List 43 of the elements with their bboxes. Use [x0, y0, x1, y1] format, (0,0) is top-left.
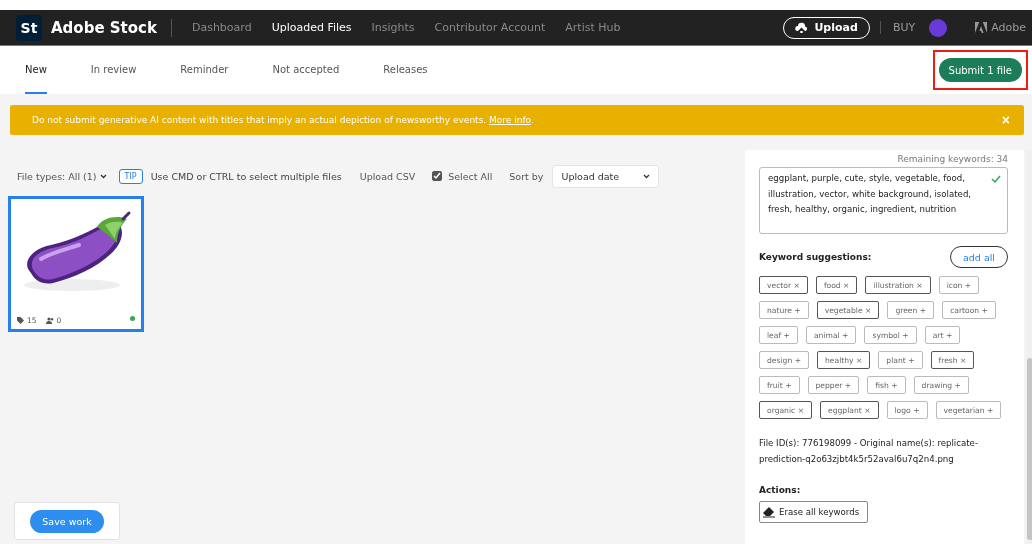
- tab[interactable]: Reminder: [180, 46, 229, 94]
- adobe-label: Adobe: [991, 21, 1026, 34]
- notice-text: Do not submit generative AI content with titles that imply an actual depiction of newsworthy events. More info.: [32, 115, 535, 125]
- file-info: File ID(s): 776198099 - Original name(s): replicate-prediction-q2o63zjbt4k5r52aval6u7q2n4.png: [759, 437, 979, 466]
- keywords-field[interactable]: eggplant, purple, cute, style, vegetable, food, illustration, vector, white background, isolated, fresh, healthy, organic, ingredient, nutrition: [759, 167, 1008, 234]
- nav-link[interactable]: Dashboard: [191, 21, 252, 34]
- chevron-down-icon: [643, 173, 651, 179]
- chevron-down-icon: [99, 173, 107, 179]
- tab[interactable]: In review: [90, 46, 137, 94]
- eraser-icon: [762, 506, 776, 518]
- sort-label: Sort by: [509, 170, 544, 182]
- nav-link[interactable]: Uploaded Files: [271, 21, 352, 34]
- erase-keywords-button[interactable]: Erase all keywords: [759, 501, 869, 523]
- brand-name: Adobe Stock: [51, 18, 172, 37]
- save-work-button[interactable]: Save work: [30, 509, 104, 533]
- remaining-keywords: Remaining keywords: 34: [896, 154, 1008, 164]
- actions-title: Actions:: [759, 485, 802, 495]
- upload-button[interactable]: Upload: [783, 16, 870, 39]
- adobe-logo-icon: [975, 22, 988, 33]
- select-all-label: Select All: [448, 170, 493, 182]
- people-icon: [45, 317, 54, 324]
- avatar[interactable]: [929, 18, 948, 37]
- sort-dropdown[interactable]: Upload date: [552, 164, 660, 188]
- cloud-upload-icon: [795, 22, 809, 33]
- add-all-button[interactable]: add all: [950, 246, 1008, 268]
- file-types-dropdown[interactable]: File types: All (1): [8, 170, 107, 182]
- tip-text: Use CMD or CTRL to select multiple files: [150, 170, 342, 182]
- select-all-checkbox[interactable]: [432, 171, 443, 181]
- nav-link[interactable]: Contributor Account: [434, 21, 546, 34]
- tab[interactable]: Not accepted: [272, 46, 340, 94]
- status-dot: [130, 316, 135, 321]
- buy-link[interactable]: BUY: [879, 21, 916, 34]
- scrollbar[interactable]: [1026, 150, 1032, 544]
- check-icon: [991, 174, 1001, 184]
- tag-icon: [17, 317, 24, 324]
- nav-link[interactable]: Artist Hub: [565, 21, 621, 34]
- submit-button[interactable]: Submit 1 file: [938, 58, 1022, 82]
- nav-link[interactable]: Insights: [371, 21, 415, 34]
- suggestions-title: Keyword suggestions:: [759, 252, 872, 262]
- tab[interactable]: Releases: [383, 46, 428, 94]
- upload-csv-link[interactable]: Upload CSV: [359, 170, 416, 182]
- tip-badge: TIP: [118, 168, 143, 184]
- logo[interactable]: St: [16, 14, 42, 41]
